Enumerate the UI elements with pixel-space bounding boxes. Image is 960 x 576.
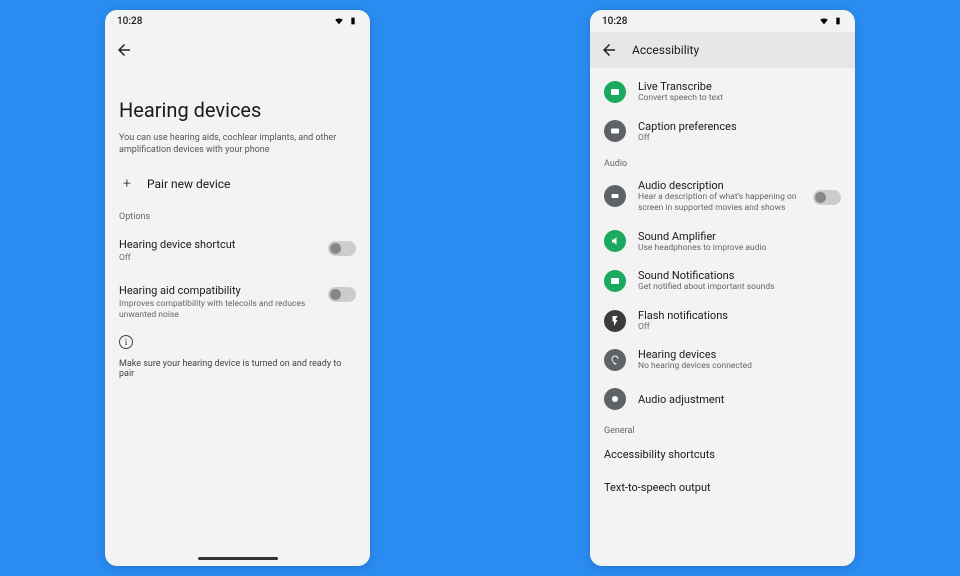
status-time: 10:28 bbox=[602, 16, 627, 27]
live-transcribe-sub: Convert speech to text bbox=[638, 93, 841, 104]
back-icon[interactable] bbox=[115, 41, 133, 59]
caption-sub: Off bbox=[638, 133, 841, 144]
item-caption[interactable]: Caption preferences Off bbox=[590, 112, 855, 152]
options-label: Options bbox=[119, 212, 356, 222]
hearing-devices-icon bbox=[604, 349, 626, 371]
caption-title: Caption preferences bbox=[638, 120, 841, 133]
audio-description-toggle[interactable] bbox=[813, 190, 841, 205]
page-description: You can use hearing aids, cochlear impla… bbox=[119, 132, 339, 156]
status-icons bbox=[819, 16, 843, 26]
hearing-compat-sub: Improves compatibility with telecoils an… bbox=[119, 299, 320, 321]
audio-adjustment-title: Audio adjustment bbox=[638, 393, 841, 406]
item-accessibility-shortcuts[interactable]: Accessibility shortcuts bbox=[590, 438, 855, 471]
home-indicator[interactable] bbox=[198, 557, 278, 560]
status-bar: 10:28 bbox=[105, 10, 370, 32]
back-icon[interactable] bbox=[600, 41, 618, 59]
phone-accessibility: 10:28 Accessibility Live Transcribe Conv… bbox=[590, 10, 855, 566]
audio-description-title: Audio description bbox=[638, 179, 801, 192]
live-transcribe-icon bbox=[604, 81, 626, 103]
wifi-icon bbox=[819, 16, 829, 26]
hearing-shortcut-toggle[interactable] bbox=[328, 241, 356, 256]
item-sound-amplifier[interactable]: Sound Amplifier Use headphones to improv… bbox=[590, 222, 855, 262]
item-tts-output[interactable]: Text-to-speech output bbox=[590, 471, 855, 504]
audio-description-icon bbox=[604, 185, 626, 207]
content: Hearing devices You can use hearing aids… bbox=[105, 98, 370, 379]
battery-icon bbox=[348, 16, 358, 26]
audio-adjustment-icon bbox=[604, 388, 626, 410]
hearing-shortcut-title: Hearing device shortcut bbox=[119, 238, 320, 251]
sound-amplifier-icon bbox=[604, 230, 626, 252]
item-sound-notifications[interactable]: Sound Notifications Get notified about i… bbox=[590, 261, 855, 301]
audio-label: Audio bbox=[590, 151, 855, 171]
item-hearing-devices[interactable]: Hearing devices No hearing devices conne… bbox=[590, 340, 855, 380]
app-bar: Accessibility bbox=[590, 32, 855, 68]
item-live-transcribe[interactable]: Live Transcribe Convert speech to text bbox=[590, 72, 855, 112]
hearing-shortcut-row[interactable]: Hearing device shortcut Off bbox=[119, 232, 356, 278]
hearing-compat-row[interactable]: Hearing aid compatibility Improves compa… bbox=[119, 278, 356, 335]
general-label: General bbox=[590, 418, 855, 438]
item-audio-adjustment[interactable]: Audio adjustment bbox=[590, 380, 855, 418]
phone-hearing-devices: 10:28 Hearing devices You can use hearin… bbox=[105, 10, 370, 566]
wifi-icon bbox=[334, 16, 344, 26]
hearing-compat-title: Hearing aid compatibility bbox=[119, 284, 320, 297]
audio-description-sub: Hear a description of what's happening o… bbox=[638, 192, 801, 213]
item-audio-description[interactable]: Audio description Hear a description of … bbox=[590, 171, 855, 221]
flash-title: Flash notifications bbox=[638, 309, 841, 322]
app-bar-title: Accessibility bbox=[632, 43, 699, 57]
hearing-compat-toggle[interactable] bbox=[328, 287, 356, 302]
sound-amplifier-sub: Use headphones to improve audio bbox=[638, 243, 841, 254]
pair-label: Pair new device bbox=[147, 177, 230, 191]
status-time: 10:28 bbox=[117, 16, 142, 27]
plus-icon: + bbox=[121, 176, 133, 192]
sound-notifications-icon bbox=[604, 270, 626, 292]
sound-notifications-sub: Get notified about important sounds bbox=[638, 282, 841, 293]
status-bar: 10:28 bbox=[590, 10, 855, 32]
item-flash-notifications[interactable]: Flash notifications Off bbox=[590, 301, 855, 341]
app-bar bbox=[105, 32, 370, 68]
pair-tip: Make sure your hearing device is turned … bbox=[119, 359, 356, 379]
list: Live Transcribe Convert speech to text C… bbox=[590, 68, 855, 508]
hearing-devices-title: Hearing devices bbox=[638, 348, 841, 361]
sound-notifications-title: Sound Notifications bbox=[638, 269, 841, 282]
pair-new-device[interactable]: + Pair new device bbox=[119, 172, 356, 206]
sound-amplifier-title: Sound Amplifier bbox=[638, 230, 841, 243]
live-transcribe-title: Live Transcribe bbox=[638, 80, 841, 93]
status-icons bbox=[334, 16, 358, 26]
flash-icon bbox=[604, 310, 626, 332]
battery-icon bbox=[833, 16, 843, 26]
flash-sub: Off bbox=[638, 322, 841, 333]
caption-icon bbox=[604, 120, 626, 142]
info-icon: i bbox=[119, 335, 133, 349]
page-title: Hearing devices bbox=[119, 98, 356, 122]
hearing-shortcut-sub: Off bbox=[119, 253, 320, 264]
hearing-devices-sub: No hearing devices connected bbox=[638, 361, 841, 372]
